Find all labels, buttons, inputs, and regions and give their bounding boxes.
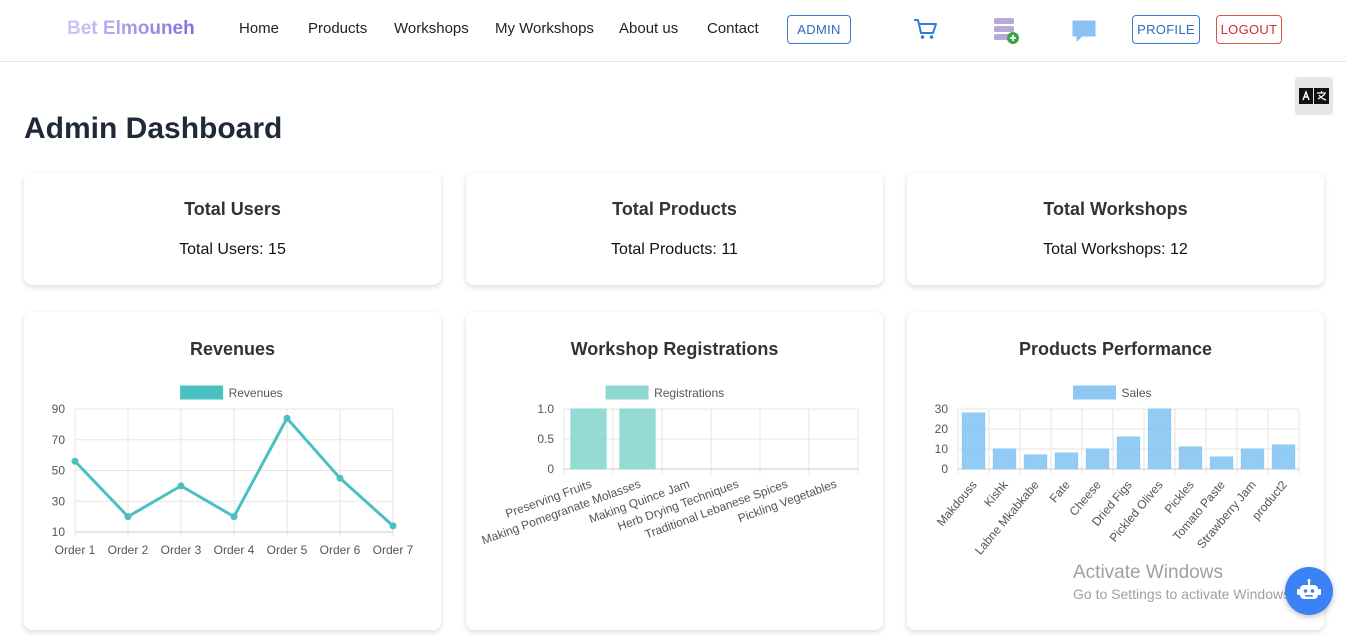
products-bar-chart: Sales0102030Makdouss KishkLabne Mkabkabe F… [934, 385, 1300, 557]
nav-contact[interactable]: Contact [707, 20, 759, 37]
translate-button[interactable] [1295, 77, 1333, 115]
admin-button[interactable]: ADMIN [787, 15, 851, 44]
data-point [336, 474, 344, 482]
x-tick-label: Order 2 [108, 543, 149, 557]
bar [1178, 446, 1203, 470]
registrations-bar-chart: Registrations00.51.0Preserving FruitsMak… [480, 385, 859, 547]
cart-icon[interactable] [912, 17, 938, 46]
y-tick-label: 0.5 [537, 432, 554, 446]
nav-about-us[interactable]: About us [619, 20, 678, 37]
bar [1147, 408, 1172, 470]
navbar: Bet Elmouneh Home Products Workshops My … [0, 0, 1346, 62]
bar [570, 408, 607, 470]
chat-icon[interactable] [1071, 19, 1097, 48]
x-tick-label: Fate [1047, 478, 1073, 506]
legend-swatch [605, 385, 649, 400]
y-tick-label: 50 [52, 464, 66, 478]
stat-card-workshops: Total Workshops Total Workshops: 12 [907, 173, 1324, 285]
stat-value: Total Workshops: 12 [1043, 241, 1188, 258]
chart-card-revenues: Revenues Revenues 10 30 50 70 90 Order 1 Order … [24, 312, 441, 630]
bar [619, 408, 656, 470]
legend-label: Revenues [229, 386, 283, 400]
x-tick-label: Order 1 [55, 543, 96, 557]
x-tick-label: Order 5 [267, 543, 308, 557]
data-point [283, 414, 291, 422]
add-database-icon[interactable] [993, 17, 1021, 50]
x-tick-label: Order 4 [214, 543, 255, 557]
robot-icon [1297, 579, 1321, 599]
bar [1240, 448, 1265, 470]
x-tick-label: Kishk [981, 477, 1011, 509]
x-tick-label: Order 6 [320, 543, 361, 557]
legend-swatch [180, 385, 224, 400]
x-tick-label: Makdouss [934, 478, 980, 529]
chart-card-registrations: Workshop Registrations Registrations 0 0.5… [466, 312, 883, 630]
bar [1116, 436, 1141, 470]
revenues-line-chart: Revenues 10 30 50 70 90 Order 1 Order 2 Order 3 O… [52, 385, 414, 557]
data-point [71, 457, 79, 465]
stat-title: Total Workshops [1043, 199, 1188, 219]
stat-title: Total Users [184, 199, 281, 219]
y-tick-label: 70 [52, 433, 66, 447]
stat-value: Total Products: 11 [611, 241, 738, 258]
y-tick-label: 1.0 [537, 402, 554, 416]
data-point [124, 513, 132, 521]
stat-title: Total Products [612, 199, 737, 219]
bar [1085, 448, 1110, 470]
stat-card-users: Total Users Total Users: 15 [24, 173, 441, 285]
nav-my-workshops[interactable]: My Workshops [495, 20, 594, 37]
bar [1271, 444, 1296, 470]
nav-workshops[interactable]: Workshops [394, 20, 469, 37]
y-tick-label: 30 [52, 494, 66, 508]
legend-label: Sales [1122, 386, 1152, 400]
page-title: Admin Dashboard [24, 112, 283, 145]
bar [1054, 452, 1079, 470]
y-tick-label: 10 [935, 442, 949, 456]
data-point [389, 522, 397, 530]
nav-home[interactable]: Home [239, 20, 279, 37]
chatbot-button[interactable] [1285, 567, 1333, 615]
data-point [230, 513, 238, 521]
data-point [177, 482, 185, 490]
bar [1023, 454, 1048, 470]
bar [992, 448, 1017, 470]
profile-button[interactable]: PROFILE [1132, 15, 1200, 44]
brand-logo[interactable]: Bet Elmouneh [67, 18, 195, 40]
y-tick-label: 0 [547, 462, 554, 476]
x-tick-label: Order 7 [373, 543, 414, 557]
nav-products[interactable]: Products [308, 20, 367, 37]
y-tick-label: 30 [935, 402, 949, 416]
translate-icon [1299, 88, 1329, 104]
y-tick-label: 10 [52, 525, 66, 539]
y-tick-label: 0 [941, 462, 948, 476]
x-tick-label: Order 3 [161, 543, 202, 557]
stat-card-products: Total Products Total Products: 11 [466, 173, 883, 285]
y-tick-label: 90 [52, 402, 66, 416]
legend-swatch [1073, 385, 1116, 400]
legend-label: Registrations [654, 386, 724, 400]
chart-card-products-performance: Products Performance Sales 0 10 20 30 Makdous… [907, 312, 1324, 630]
logout-button[interactable]: LOGOUT [1216, 15, 1282, 44]
y-tick-label: 20 [935, 422, 949, 436]
bar [1209, 456, 1234, 470]
bar [961, 412, 986, 470]
stat-value: Total Users: 15 [179, 241, 286, 258]
